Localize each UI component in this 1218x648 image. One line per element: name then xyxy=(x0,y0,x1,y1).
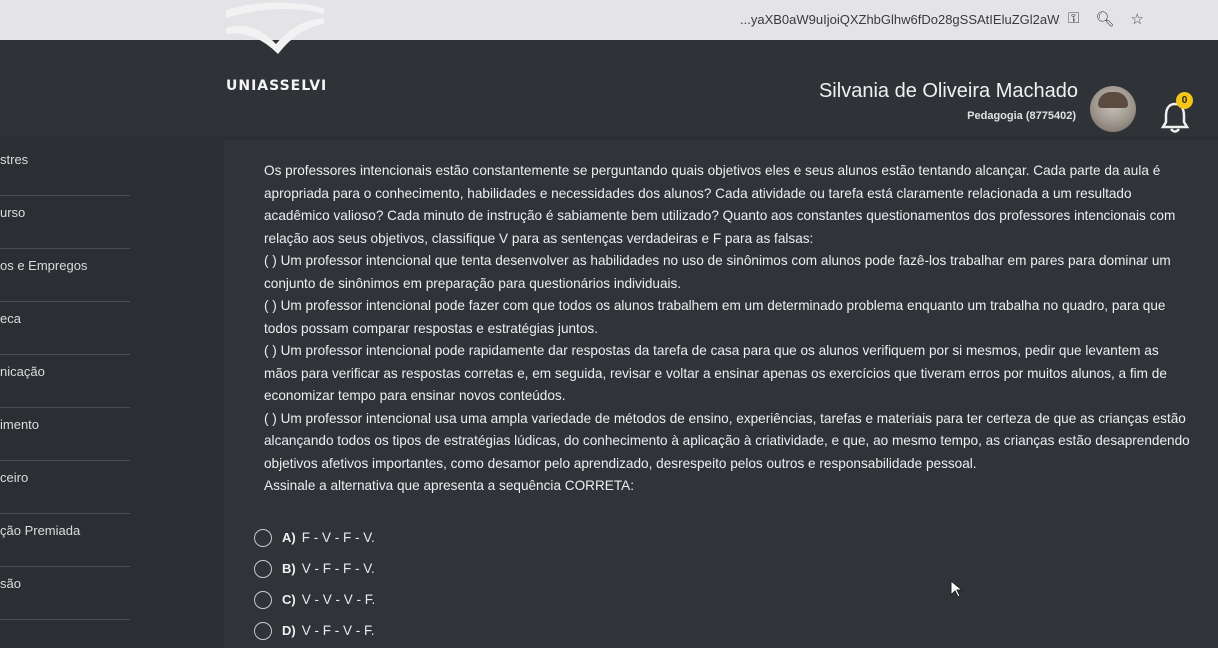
user-course: Pedagogia (8775402) xyxy=(967,110,1076,122)
option-text: V - V - V - F. xyxy=(301,592,376,607)
sidebar-item-4[interactable]: eca xyxy=(0,303,130,355)
sidebar-item-1[interactable]: stres xyxy=(0,144,130,196)
answer-options: A) F - V - F - V. B) V - F - F - V. C) V… xyxy=(254,522,375,646)
option-d[interactable]: D) V - F - V - F. xyxy=(254,615,375,646)
sidebar-item-3[interactable]: os e Empregos xyxy=(0,250,130,302)
sidebar-item-label: stres xyxy=(0,152,29,167)
option-letter: C) xyxy=(282,592,296,607)
question-intro: Os professores intencionais estão consta… xyxy=(264,163,1176,246)
browser-actions: ⚿ 🔍︎ ☆ xyxy=(1068,10,1144,28)
radio-a[interactable] xyxy=(254,528,272,547)
statement-3: ( ) Um professor intencional pode rapida… xyxy=(264,343,1167,403)
address-url[interactable]: ...yaXB0aW9uIjoiQXZhbGlhw6fDo28gSSAtIElu… xyxy=(740,12,1060,27)
avatar[interactable] xyxy=(1090,86,1136,132)
radio-d[interactable] xyxy=(254,621,272,640)
option-c[interactable]: C) V - V - V - F. xyxy=(254,584,375,615)
sidebar-menu: stres urso os e Empregos eca nicação ime… xyxy=(0,140,130,648)
option-letter: D) xyxy=(282,623,296,638)
logo-text: UNIASSELVI xyxy=(226,78,328,94)
option-a[interactable]: A) F - V - F - V. xyxy=(254,522,375,553)
statement-2: ( ) Um professor intencional pode fazer … xyxy=(264,298,1166,336)
option-letter: A) xyxy=(282,530,296,545)
statement-1: ( ) Um professor intencional que tenta d… xyxy=(264,253,1171,291)
mouse-cursor-icon xyxy=(950,580,964,598)
sidebar-item-label: ção Premiada xyxy=(0,523,81,538)
sidebar-item-label: são xyxy=(0,576,21,591)
notification-badge: 0 xyxy=(1176,92,1193,109)
radio-c[interactable] xyxy=(254,590,272,609)
sidebar-item-label: nicação xyxy=(0,364,45,379)
sidebar-item-8[interactable]: ção Premiada xyxy=(0,515,130,567)
radio-b[interactable] xyxy=(254,559,272,578)
uniasselvi-logo[interactable] xyxy=(224,0,334,80)
sidebar-item-7[interactable]: ceiro xyxy=(0,462,130,514)
sidebar-item-label: urso xyxy=(0,205,26,220)
sidebar-item-9[interactable]: são xyxy=(0,568,130,620)
zoom-icon[interactable]: 🔍︎ xyxy=(1095,10,1114,28)
option-letter: B) xyxy=(282,561,296,576)
sidebar-item-6[interactable]: imento xyxy=(0,409,130,461)
user-name: Silvania de Oliveira Machado xyxy=(818,80,1078,102)
browser-address-bar: ...yaXB0aW9uIjoiQXZhbGlhw6fDo28gSSAtIElu… xyxy=(0,0,1218,40)
question-text: Os professores intencionais estão consta… xyxy=(264,160,1194,498)
sidebar-item-label: imento xyxy=(0,417,40,432)
option-b[interactable]: B) V - F - F - V. xyxy=(254,553,375,584)
star-icon[interactable]: ☆ xyxy=(1130,10,1143,28)
sidebar-item-5[interactable]: nicação xyxy=(0,356,130,408)
option-text: V - F - F - V. xyxy=(301,561,375,576)
option-text: F - V - F - V. xyxy=(301,530,375,545)
sidebar-item-label: eca xyxy=(0,311,21,326)
question-panel: Os professores intencionais estão consta… xyxy=(224,140,1218,648)
sidebar-item-2[interactable]: urso xyxy=(0,197,130,249)
statement-4: ( ) Um professor intencional usa uma amp… xyxy=(264,410,1190,471)
question-prompt: Assinale a alternativa que apresenta a s… xyxy=(264,478,635,493)
key-icon[interactable]: ⚿ xyxy=(1068,10,1079,28)
option-text: V - F - V - F. xyxy=(301,623,375,638)
sidebar-item-label: os e Empregos xyxy=(0,258,88,273)
sidebar-item-label: ceiro xyxy=(0,470,29,485)
logo-wings-icon xyxy=(226,2,324,54)
